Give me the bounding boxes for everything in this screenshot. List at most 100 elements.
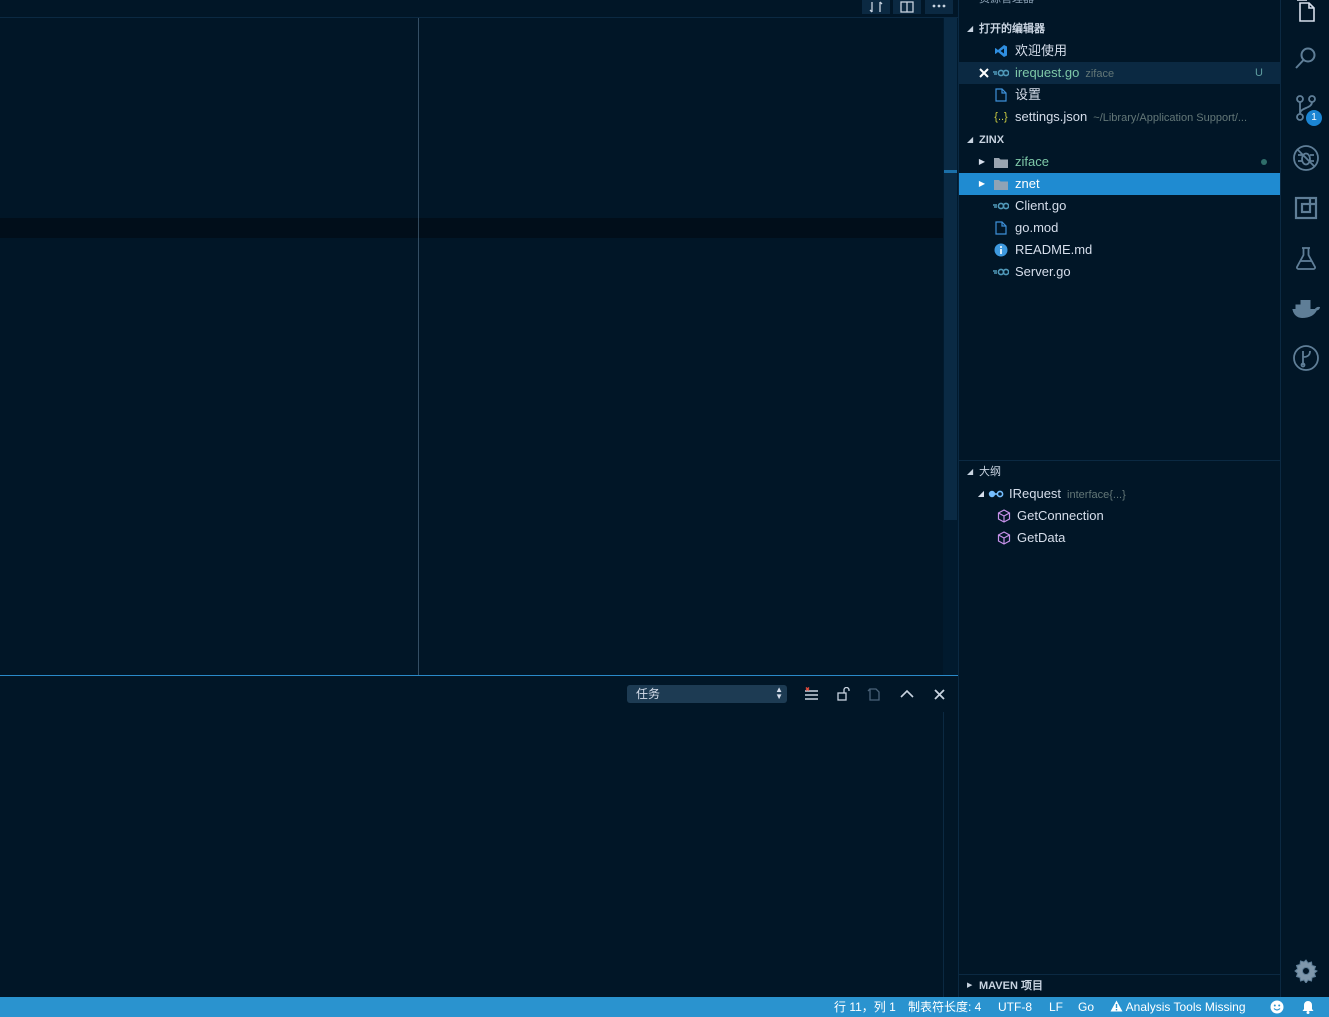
expanded-icon: ◢ [967, 135, 974, 144]
open-editor-item-settings[interactable]: 设置 [959, 84, 1281, 106]
json-file-icon: {..} [994, 111, 1008, 123]
project-header[interactable]: ◢ ZINX [959, 129, 1281, 151]
editor-scroll-thumb[interactable] [944, 18, 957, 520]
cursor-position[interactable]: 行 11，列 1 [834, 997, 896, 1017]
open-editors-header[interactable]: ◢ 打开的编辑器 [959, 18, 1281, 40]
settings-gear-icon[interactable] [1281, 948, 1329, 994]
open-editor-description: ziface [1085, 68, 1115, 80]
tree-item-label: go.mod [1015, 220, 1059, 235]
method-cube-icon [996, 530, 1012, 546]
untracked-status-badge: U [1255, 67, 1263, 79]
analysis-tools-item[interactable]: Analysis Tools Missing [1110, 997, 1246, 1017]
explorer-sidebar: 资源管理器 ◢ 打开的编辑器 欢迎使用 irequest.goziface U … [958, 0, 1281, 997]
output-channel-value: 任务 [636, 687, 661, 701]
tab-size[interactable]: 制表符长度: 4 [908, 997, 981, 1017]
more-actions-icon[interactable] [925, 0, 953, 14]
go-file-icon [993, 65, 1009, 81]
maven-header[interactable]: ▶ MAVEN 项目 [959, 975, 1281, 997]
tree-item-znet[interactable]: ▶ znet [959, 173, 1281, 195]
current-line-highlight [0, 218, 943, 238]
language-mode[interactable]: Go [1078, 997, 1094, 1017]
bottom-panel: 任务 ▲ ▼ [0, 675, 958, 998]
explorer-icon[interactable] [1281, 0, 1329, 34]
search-icon[interactable] [1281, 35, 1329, 81]
folder-icon [993, 176, 1009, 192]
tree-item-label: znet [1015, 176, 1040, 191]
open-editor-item-irequest[interactable]: irequest.go ziface U [959, 62, 1281, 84]
info-icon [993, 242, 1009, 258]
go-file-icon [993, 264, 1009, 280]
encoding[interactable]: UTF-8 [998, 997, 1032, 1017]
project-label: ZINX [979, 134, 1005, 146]
outline-item-getdata[interactable]: GetData [959, 527, 1281, 549]
outline-item-irequest[interactable]: ◢ IRequest interface{...} [959, 483, 1281, 505]
method-cube-icon [996, 508, 1012, 524]
maven-label: MAVEN 项目 [979, 980, 1043, 992]
expanded-icon: ◢ [967, 467, 974, 476]
open-editor-item-welcome[interactable]: 欢迎使用 [959, 40, 1281, 62]
split-editor-icon[interactable] [893, 0, 921, 14]
tree-item-ziface[interactable]: ▶ ziface [959, 151, 1281, 173]
editor-group-divider[interactable] [418, 18, 419, 675]
collapsed-chevron-icon: ▶ [978, 157, 986, 166]
feedback-smiley-icon[interactable] [1270, 1000, 1284, 1017]
end-of-line[interactable]: LF [1049, 997, 1063, 1017]
sidebar-title: 资源管理器 [959, 0, 1281, 10]
tree-item-label: ziface [1015, 154, 1049, 169]
expanded-icon: ◢ [967, 24, 974, 33]
scm-count-badge: 1 [1306, 110, 1322, 126]
warning-icon [1110, 1000, 1123, 1012]
debug-icon[interactable] [1281, 135, 1329, 181]
outline-label: GetConnection [1017, 508, 1104, 523]
open-editor-description: ~/Library/Application Support/... [1093, 112, 1248, 124]
status-bar: 行 11，列 1 制表符长度: 4 UTF-8 LF Go Analysis T… [0, 997, 1329, 1017]
vscode-logo-icon [993, 43, 1009, 59]
analysis-tools-label: Analysis Tools Missing [1125, 1000, 1246, 1014]
outline-item-getconnection[interactable]: GetConnection [959, 505, 1281, 527]
go-file-icon [993, 198, 1009, 214]
expanded-icon: ◢ [977, 489, 985, 498]
close-icon[interactable] [976, 65, 992, 81]
open-editor-label: 设置 [1015, 87, 1042, 102]
clear-output-icon[interactable] [801, 685, 821, 703]
scroll-position-marker [944, 170, 957, 173]
open-editors-label: 打开的编辑器 [979, 23, 1045, 35]
tree-item-client-go[interactable]: Client.go [959, 195, 1281, 217]
sidebar-title-label: 资源管理器 [979, 0, 1034, 10]
lock-scroll-icon[interactable] [833, 685, 853, 703]
file-icon [993, 87, 1009, 103]
outline-label: 大纲 [979, 466, 1001, 478]
outline-description: interface{...} [1067, 489, 1126, 501]
close-panel-icon[interactable] [929, 685, 949, 703]
open-editor-label: irequest.go [1015, 65, 1080, 80]
tree-item-label: Client.go [1015, 198, 1067, 213]
modified-dot [1261, 159, 1267, 165]
tree-item-go-mod[interactable]: go.mod [959, 217, 1281, 239]
open-changes-icon[interactable] [862, 0, 890, 14]
tree-item-server-go[interactable]: Server.go [959, 261, 1281, 283]
open-editor-item-settings-json[interactable]: {..} settings.json ~/Library/Application … [959, 106, 1281, 128]
open-editor-label: 欢迎使用 [1015, 43, 1068, 58]
notifications-bell-icon[interactable] [1301, 1000, 1315, 1017]
extensions-icon[interactable] [1281, 185, 1329, 231]
collapsed-chevron-icon: ▶ [967, 982, 973, 989]
source-control-icon[interactable] [1281, 85, 1329, 131]
docker-icon[interactable] [1281, 285, 1329, 331]
outline-label: IRequest [1009, 486, 1062, 501]
outline-header[interactable]: ◢ 大纲 [959, 461, 1281, 483]
select-arrows-icon: ▲ ▼ [775, 685, 783, 701]
maximize-panel-icon[interactable] [897, 685, 917, 703]
panel-scrollbar[interactable] [943, 712, 958, 998]
collapsed-chevron-icon: ▶ [978, 179, 986, 188]
outline-label: GetData [1017, 530, 1066, 545]
file-icon [993, 220, 1009, 236]
git-graph-icon[interactable] [1281, 335, 1329, 381]
editor-area[interactable] [0, 0, 958, 675]
output-channel-select[interactable]: 任务 ▲ ▼ [627, 685, 787, 703]
tree-item-label: README.md [1015, 242, 1093, 257]
editor-title-bar [0, 0, 958, 18]
open-log-file-icon[interactable] [864, 685, 884, 703]
interface-icon [988, 486, 1004, 502]
tree-item-readme[interactable]: README.md [959, 239, 1281, 261]
test-flask-icon[interactable] [1281, 235, 1329, 281]
